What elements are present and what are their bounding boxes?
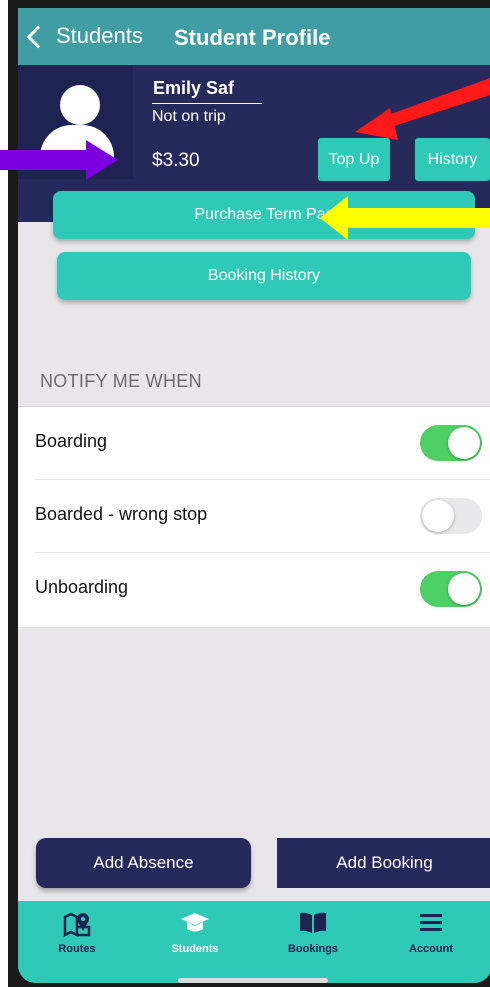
purple-arrow-icon <box>0 140 118 180</box>
annotation-arrows <box>0 78 490 240</box>
red-arrow-icon <box>355 78 490 140</box>
yellow-arrow-icon <box>320 196 490 240</box>
